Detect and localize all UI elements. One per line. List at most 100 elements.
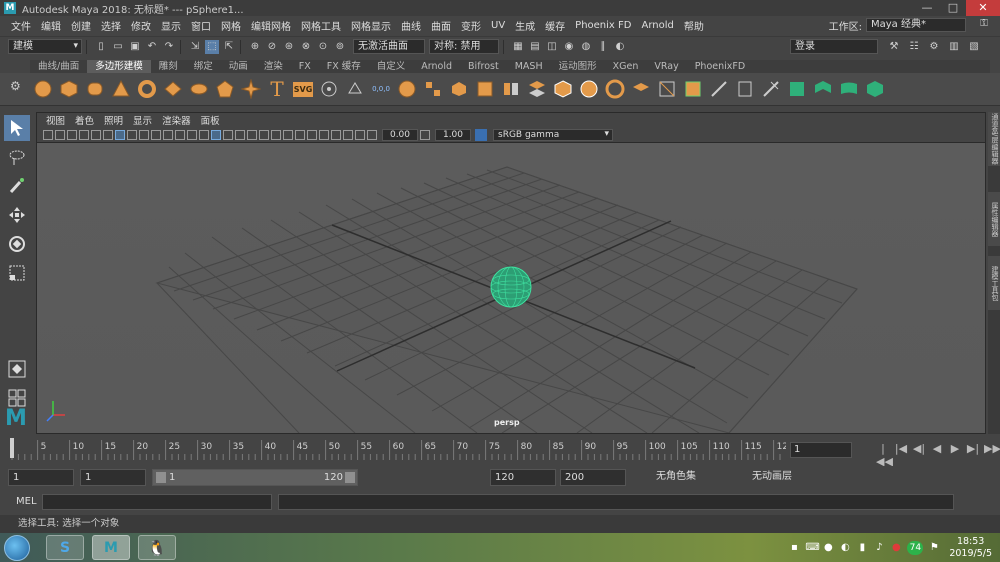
connect-icon[interactable] [734,78,756,100]
selected-sphere[interactable] [490,266,532,308]
shelf-options-gear-icon[interactable]: ⚙ [10,79,21,93]
close-button[interactable]: ✕ [966,0,1000,16]
depth-of-field-icon[interactable] [307,129,317,140]
current-time-marker[interactable] [10,438,14,458]
resolution-gate-icon[interactable] [139,129,149,140]
channel-box-tab[interactable]: 通道盒/层编辑器 [988,112,1000,166]
tray-network-icon[interactable]: ▮ [856,542,868,554]
scale-tool-icon[interactable] [4,260,30,286]
poly-cube-icon[interactable] [58,78,80,100]
super-shape-icon[interactable] [240,78,262,100]
shelf-tab-bifrost[interactable]: Bifrost [460,60,507,73]
motion-blur-icon[interactable] [283,129,293,140]
tray-flag-icon[interactable]: ⚑ [928,542,940,554]
modeling-toolkit-tab[interactable]: 建模工具包 [988,256,1000,310]
character-set-select[interactable]: 无角色集 [652,468,726,486]
wireframe-icon[interactable] [199,129,209,140]
single-perspective-layout-icon[interactable] [4,356,30,382]
two-d-pan-icon[interactable] [91,129,101,140]
workspace-lock-icon[interactable]: ⚿ [976,18,992,32]
anim-layer-select[interactable]: 无动画层 [748,468,808,486]
shelf-tab-vray[interactable]: VRay [646,60,686,73]
scene-view[interactable] [37,143,985,433]
shelf-tab-xgen[interactable]: XGen [605,60,647,73]
taskbar-app-qq[interactable]: 🐧 [138,535,176,560]
menu-create[interactable]: 创建 [66,18,96,33]
render-frame-icon[interactable]: ▤ [528,40,542,54]
menu-surfaces[interactable]: 曲面 [426,18,456,33]
new-scene-icon[interactable]: ▯ [94,40,108,54]
menu-deform[interactable]: 变形 [456,18,486,33]
panel-menu-panels[interactable]: 面板 [196,113,225,127]
move-tool-icon[interactable] [4,202,30,228]
platonic-solid-icon[interactable] [214,78,236,100]
poly-cylinder-icon[interactable] [84,78,106,100]
attribute-editor-tab[interactable]: 属性编辑器 [988,192,1000,246]
undo-icon[interactable]: ↶ [145,40,159,54]
shelf-tab-poly-modeling[interactable]: 多边形建模 [87,60,151,73]
current-frame-field[interactable]: 1 [790,442,852,458]
shelf-tab-fx-caching[interactable]: FX 缓存 [319,60,369,73]
reduce-icon[interactable] [552,78,574,100]
redo-icon[interactable]: ↷ [162,40,176,54]
gate-mask-icon[interactable] [151,129,161,140]
command-input[interactable] [42,494,272,510]
panel-menu-show[interactable]: 显示 [128,113,157,127]
paint-select-tool-icon[interactable] [4,173,30,199]
boolean-icon[interactable] [526,78,548,100]
menu-display[interactable]: 显示 [156,18,186,33]
menu-modify[interactable]: 修改 [126,18,156,33]
menu-select[interactable]: 选择 [96,18,126,33]
menu-mesh[interactable]: 网格 [216,18,246,33]
multi-cut-icon[interactable] [682,78,704,100]
planar-map-icon[interactable] [812,78,834,100]
menu-arnold[interactable]: Arnold [636,20,678,31]
use-all-lights-icon[interactable] [247,129,257,140]
shelf-tab-rendering[interactable]: 渲染 [256,60,291,73]
xray-joints-icon[interactable] [343,129,353,140]
workspace-select[interactable]: Maya 经典* [866,18,966,32]
camera-attributes-icon[interactable] [55,129,65,140]
play-forwards-icon[interactable]: ▶ [948,442,962,468]
select-object-icon[interactable]: ⬚ [205,39,219,54]
snap-grid-icon[interactable]: ⊕ [248,40,262,54]
snap-view-icon[interactable]: ⊗ [299,40,313,54]
shelf-tab-rigging[interactable]: 绑定 [186,60,221,73]
open-scene-icon[interactable]: ▭ [111,40,125,54]
menu-uv[interactable]: UV [486,20,510,31]
maximize-button[interactable]: □ [940,0,966,16]
isolate-select-icon[interactable] [319,129,329,140]
textured-icon[interactable] [235,129,245,140]
hypershade-icon[interactable]: ◍ [579,40,593,54]
lasso-tool-icon[interactable] [4,144,30,170]
start-button[interactable] [4,535,30,561]
gamma-field[interactable]: 1.00 [435,128,471,141]
minimize-button[interactable]: — [914,0,940,16]
spherical-map-icon[interactable] [864,78,886,100]
shelf-tab-curves-surfaces[interactable]: 曲线/曲面 [30,60,87,73]
target-weld-icon[interactable] [708,78,730,100]
tray-security-icon[interactable]: ◐ [839,542,851,554]
menu-edit[interactable]: 编辑 [36,18,66,33]
system-clock[interactable]: 18:53 2019/5/5 [949,536,992,560]
grease-pencil-icon[interactable] [103,129,113,140]
tray-qq-icon[interactable]: ● [822,542,834,554]
uv-editor-icon[interactable] [786,78,808,100]
select-component-icon[interactable]: ⇱ [222,40,236,54]
tray-printer-icon[interactable]: ▪ [788,542,800,554]
text-tool-icon[interactable]: T [266,77,288,101]
select-tool-icon[interactable] [4,115,30,141]
poly-torus-icon[interactable] [136,78,158,100]
shelf-tab-custom[interactable]: 自定义 [369,60,414,73]
menu-generate[interactable]: 生成 [510,18,540,33]
snap-surface-icon[interactable]: ⊙ [316,40,330,54]
shelf-tab-motion-graphics[interactable]: 运动图形 [551,60,605,73]
snap-curve-icon[interactable]: ⊘ [265,40,279,54]
safe-action-icon[interactable] [175,129,185,140]
outliner-icon[interactable]: ▧ [967,40,981,54]
range-bar[interactable]: 1 120 [152,468,358,486]
attribute-editor-icon[interactable]: ☷ [907,40,921,54]
rotate-tool-icon[interactable] [4,231,30,257]
snap-live-icon[interactable]: ⊚ [333,40,347,54]
render-view-icon[interactable]: ▦ [511,40,525,54]
